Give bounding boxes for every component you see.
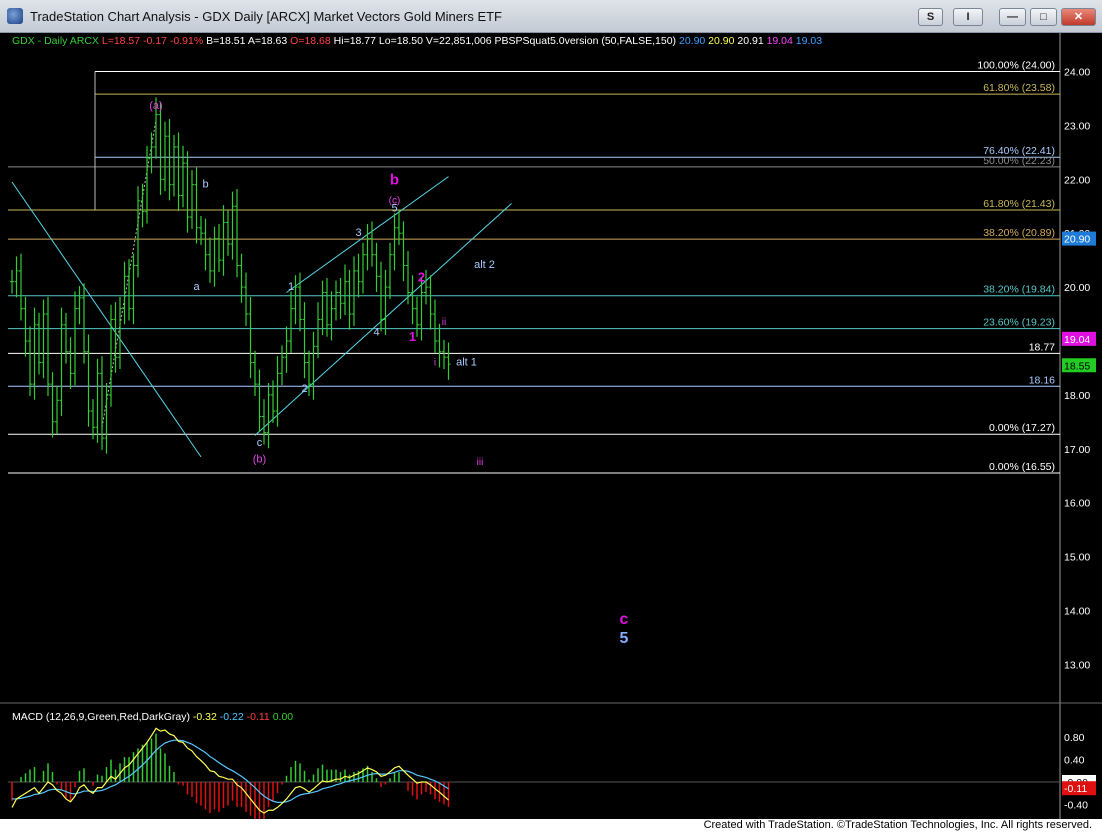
minimize-button[interactable]: — [999,8,1026,26]
fib-level-label: 50.00% (22.23) [983,155,1055,167]
wave-label: 4 [373,327,379,339]
fib-level-label: 18.16 [1029,374,1055,386]
price-axis-tick: 18.00 [1064,390,1090,402]
wave-label: 2 [301,383,307,395]
price-axis-tick: 17.00 [1064,444,1090,456]
price-axis-tick: 20.00 [1064,282,1090,294]
macd-axis-tick: 0.80 [1064,732,1085,744]
price-axis-tick: 16.00 [1064,498,1090,510]
fib-level-label: 23.60% (19.23) [983,317,1055,329]
wave-label: c [620,611,629,628]
price-tag-label: 20.90 [1064,234,1090,246]
wave-label: c [257,437,263,449]
price-tag-label: 19.04 [1064,334,1090,346]
wave-label: (c) [389,196,401,207]
wave-label: (b) [253,453,266,465]
fib-level-label: 38.20% (19.84) [983,284,1055,296]
fib-level-label: 0.00% (17.27) [989,422,1055,434]
price-axis-tick: 14.00 [1064,606,1090,618]
i-menu-button[interactable]: I [953,8,983,26]
wave-label: 5 [620,630,629,647]
fib-level-label: 38.20% (20.89) [983,227,1055,239]
price-tag-label: 18.55 [1064,360,1090,372]
wave-label: 3 [355,227,361,239]
fib-level-label: 61.80% (23.58) [983,82,1055,94]
price-axis-tick: 23.00 [1064,120,1090,132]
wave-label: b [202,178,208,190]
title-bar: TradeStation Chart Analysis - GDX Daily … [0,0,1102,33]
wave-label: ii [442,317,446,328]
wave-label: i [434,357,436,368]
maximize-button[interactable]: □ [1030,8,1057,26]
price-axis-tick: 22.00 [1064,174,1090,186]
wave-label: alt 2 [474,259,495,271]
macd-header: MACD (12,26,9,Green,Red,DarkGray) -0.32 … [12,711,293,723]
fib-level-label: 18.77 [1029,341,1055,353]
fib-level-label: 100.00% (24.00) [977,60,1055,72]
wave-label: iii [477,457,484,468]
window-title: TradeStation Chart Analysis - GDX Daily … [30,9,502,24]
tradestation-icon [7,8,23,24]
footer-credit: Created with TradeStation. ©TradeStation… [699,819,1096,832]
price-axis-tick: 15.00 [1064,552,1090,564]
price-axis-tick: 24.00 [1064,67,1090,79]
macd-tag-label: -0.11 [1064,783,1087,795]
wave-label: 1 [288,281,294,293]
price-axis-tick: 13.00 [1064,659,1090,671]
close-button[interactable]: ✕ [1061,8,1096,26]
chart-area[interactable]: GDX - Daily ARCX L=18.57 -0.17 -0.91% B=… [0,33,1102,820]
wave-label: a [193,281,200,293]
price-chart[interactable]: GDX - Daily ARCX L=18.57 -0.17 -0.91% B=… [0,33,1102,820]
wave-label: 1 [409,329,416,344]
s-menu-button[interactable]: S [918,8,943,26]
wave-label: 2 [418,270,425,285]
macd-axis-tick: -0.40 [1064,800,1088,812]
fib-level-label: 0.00% (16.55) [989,461,1055,473]
fib-level-label: 61.80% (21.43) [983,198,1055,210]
macd-axis-tick: 0.40 [1064,754,1085,766]
header-readout: GDX - Daily ARCX L=18.57 -0.17 -0.91% B=… [12,35,822,47]
wave-label: b [390,172,399,189]
wave-label: alt 1 [456,356,477,368]
wave-label: (a) [149,100,162,112]
